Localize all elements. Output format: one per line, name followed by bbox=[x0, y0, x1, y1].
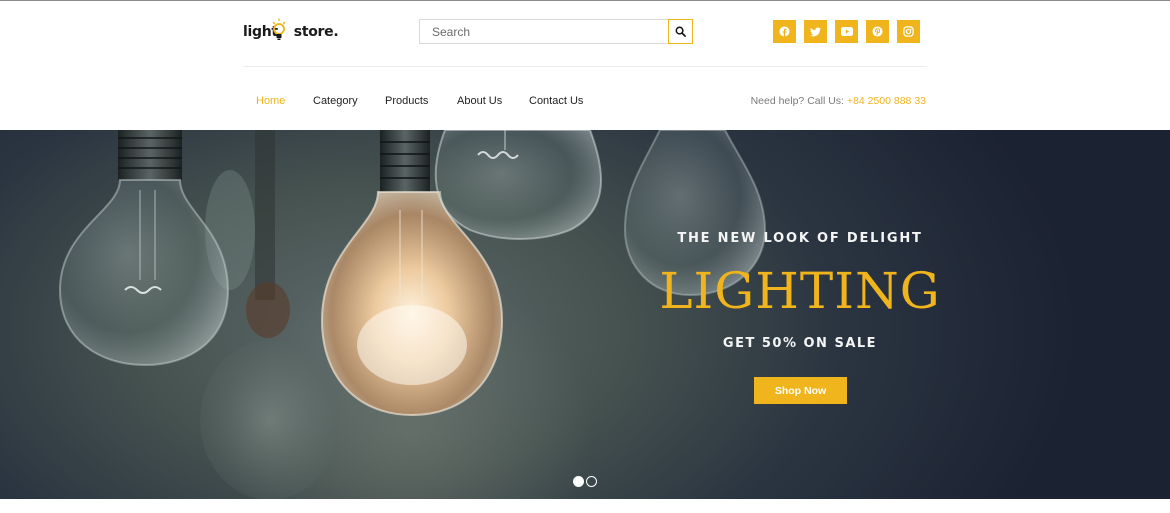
nav-category[interactable]: Category bbox=[313, 94, 358, 108]
pinterest-icon bbox=[872, 26, 883, 37]
facebook-button[interactable] bbox=[773, 20, 796, 43]
instagram-button[interactable] bbox=[897, 20, 920, 43]
shop-now-button[interactable]: Shop Now bbox=[754, 377, 847, 404]
logo-text-right: store. bbox=[293, 24, 339, 40]
pinterest-button[interactable] bbox=[866, 20, 889, 43]
hero-subtitle: THE NEW LOOK OF DELIGHT bbox=[677, 231, 923, 246]
nav-home[interactable]: Home bbox=[256, 94, 285, 108]
search-icon bbox=[675, 26, 686, 37]
top-border bbox=[0, 0, 1170, 1]
slider-dots bbox=[573, 476, 597, 487]
twitter-icon bbox=[810, 26, 821, 36]
nav-about-us[interactable]: About Us bbox=[457, 94, 502, 108]
hero-sale-text: GET 50% ON SALE bbox=[722, 336, 878, 351]
search-input[interactable] bbox=[420, 20, 669, 43]
search-button[interactable] bbox=[668, 19, 693, 44]
logo-text: light store. bbox=[243, 24, 339, 40]
instagram-icon bbox=[903, 26, 914, 37]
slider-dot-2[interactable] bbox=[586, 476, 597, 487]
facebook-icon bbox=[779, 26, 790, 37]
hero-title: LIGHTING bbox=[659, 262, 941, 320]
youtube-icon bbox=[840, 27, 853, 36]
help-phone-link[interactable]: +84 2500 888 33 bbox=[847, 95, 926, 107]
help-line: Need help? Call Us: +84 2500 888 33 bbox=[751, 94, 926, 108]
twitter-button[interactable] bbox=[804, 20, 827, 43]
lightbulbs-background-image bbox=[58, 130, 767, 499]
logo[interactable]: light store. bbox=[243, 18, 339, 44]
lightbulb-logo-icon bbox=[272, 18, 286, 40]
header-divider bbox=[243, 66, 927, 67]
slider-dot-1[interactable] bbox=[573, 476, 584, 487]
hero-banner: THE NEW LOOK OF DELIGHT LIGHTING GET 50%… bbox=[0, 130, 1170, 499]
social-links bbox=[773, 20, 920, 43]
search-box bbox=[419, 19, 693, 44]
help-text: Need help? Call Us: bbox=[750, 95, 847, 107]
nav-products[interactable]: Products bbox=[385, 94, 428, 108]
youtube-button[interactable] bbox=[835, 20, 858, 43]
nav-contact-us[interactable]: Contact Us bbox=[529, 94, 583, 108]
